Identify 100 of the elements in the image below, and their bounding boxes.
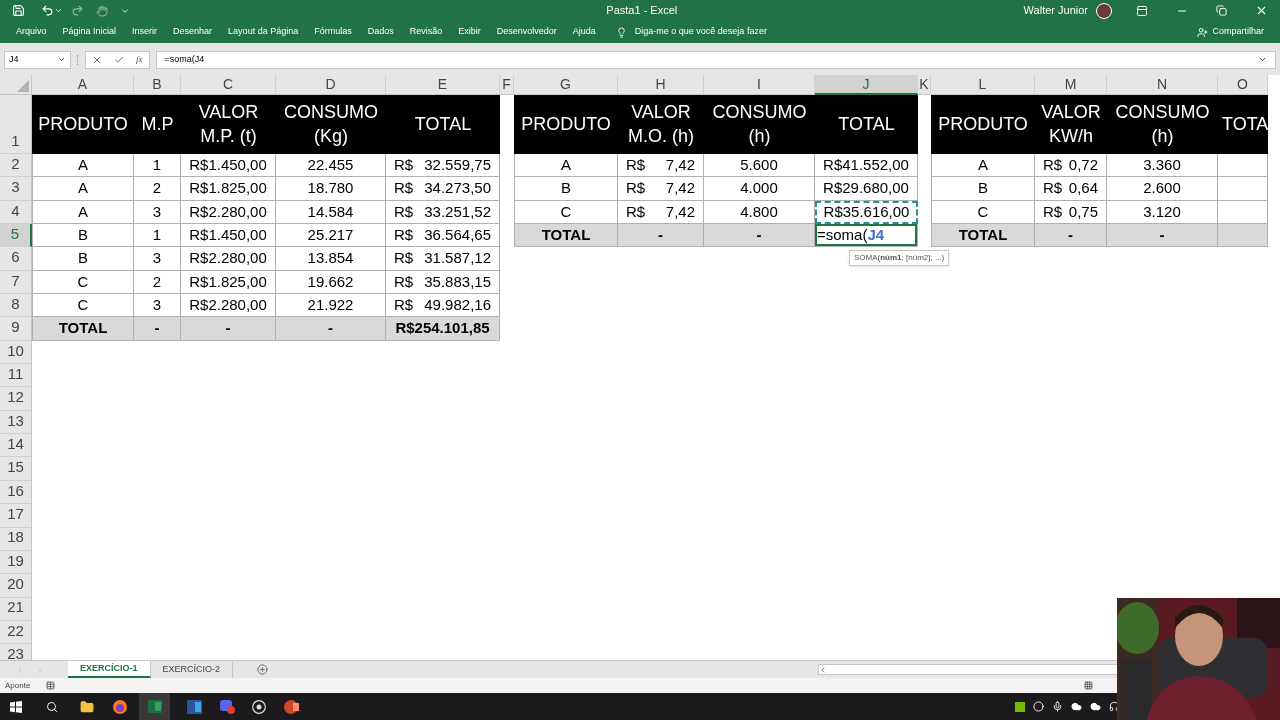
row-header[interactable]: 11 — [0, 364, 32, 388]
table-cell: R$ 36.564,65 — [386, 224, 500, 248]
row-header[interactable]: 3 — [0, 177, 32, 201]
table-cell: 3.360 — [1107, 154, 1218, 178]
row-header[interactable]: 1 — [0, 95, 32, 154]
restore-icon[interactable] — [1216, 5, 1227, 16]
table-cell: 3 — [134, 247, 181, 271]
ribbon-tab[interactable]: Arquivo — [8, 25, 55, 39]
folder-icon[interactable] — [80, 699, 94, 714]
insert-function-button[interactable]: fx — [136, 52, 143, 67]
avatar[interactable] — [1096, 2, 1112, 19]
ribbon-tab[interactable]: Exibir — [450, 25, 489, 39]
function-tooltip: SOMA(núm1; [núm2]; ...) — [849, 250, 950, 267]
row-header[interactable]: 7 — [0, 270, 32, 295]
lightbulb-icon[interactable] — [615, 26, 627, 38]
column-heading: M.P — [134, 95, 181, 154]
column-header[interactable]: B — [134, 75, 181, 95]
row-header[interactable]: 2 — [0, 154, 32, 178]
row-header[interactable]: 22 — [0, 620, 32, 645]
formula-field[interactable]: =soma(J4 — [155, 50, 1276, 69]
chat-app-icon[interactable] — [220, 699, 235, 714]
row-header[interactable]: 16 — [0, 480, 32, 505]
row-header[interactable]: 15 — [0, 457, 32, 481]
ribbon-tab[interactable]: Desenvolvedor — [488, 25, 565, 39]
column-header[interactable]: C — [181, 75, 276, 95]
row-header[interactable]: 17 — [0, 504, 32, 528]
share-button[interactable]: Compartilhar — [1197, 25, 1264, 39]
table-cell: A — [32, 200, 134, 225]
cell-editor[interactable]: =soma(J4 — [815, 224, 917, 247]
row-header[interactable]: 8 — [0, 294, 32, 318]
column-header[interactable]: M — [1035, 75, 1107, 95]
row-header[interactable]: 9 — [0, 317, 32, 341]
ribbon-tab[interactable]: Página Inicial — [54, 25, 125, 39]
search-icon[interactable] — [46, 700, 58, 713]
windows-logo-icon[interactable] — [10, 700, 22, 713]
ribbon-tab[interactable]: Inserir — [124, 25, 166, 39]
close-icon[interactable] — [1255, 4, 1268, 17]
row-header[interactable]: 13 — [0, 410, 32, 435]
headphones-icon[interactable] — [1109, 701, 1120, 712]
spreadsheet-app-icon[interactable] — [147, 700, 162, 713]
row-header[interactable]: 18 — [0, 527, 32, 551]
row-header[interactable]: 12 — [0, 387, 32, 411]
column-header[interactable]: F — [500, 75, 514, 95]
column-heading: PRODUTO — [514, 95, 618, 154]
table-cell: A — [514, 154, 618, 178]
expand-icon[interactable] — [1258, 55, 1267, 64]
ribbon-tab[interactable]: Ajuda — [564, 25, 604, 39]
sheet-tab[interactable]: EXERCÍCIO-1 — [68, 661, 151, 678]
ribbon-tab[interactable]: Layout da Página — [220, 25, 307, 39]
caret-icon[interactable] — [57, 55, 66, 64]
column-header[interactable]: O — [1218, 75, 1268, 95]
table-cell: R$ 33.251,52 — [386, 200, 500, 225]
column-header[interactable]: N — [1107, 75, 1218, 95]
normal-view-icon[interactable] — [1084, 681, 1093, 690]
name-box[interactable]: J4 — [4, 50, 71, 69]
ribbon-tab[interactable]: Fórmulas — [306, 25, 360, 39]
document-app-icon[interactable] — [187, 699, 202, 714]
user-name[interactable]: Walter Junior — [1023, 2, 1088, 19]
column-header[interactable]: L — [931, 75, 1035, 95]
row-header[interactable]: 19 — [0, 550, 32, 575]
ribbon-tab[interactable]: Dados — [359, 25, 402, 39]
row-header[interactable]: 21 — [0, 597, 32, 621]
tell-me-search[interactable]: Diga-me o que você deseja fazer — [634, 25, 767, 39]
ribbon-tab[interactable]: Desenhar — [165, 25, 221, 39]
cloud-icon[interactable] — [1090, 701, 1101, 712]
table-cell: 4.000 — [704, 177, 815, 201]
column-header[interactable]: A — [32, 75, 134, 95]
row-header[interactable]: 14 — [0, 434, 32, 458]
table-cell: R$ 35.883,15 — [386, 270, 500, 295]
column-header[interactable]: I — [704, 75, 815, 95]
column-header[interactable]: J — [815, 75, 918, 95]
microphone-icon[interactable] — [1052, 701, 1063, 712]
record-app-icon[interactable] — [252, 699, 266, 714]
save-icon[interactable] — [12, 4, 25, 17]
table-cell: 4.800 — [704, 200, 815, 225]
caret-icon[interactable] — [54, 6, 63, 15]
column-header[interactable]: H — [618, 75, 704, 95]
browser-icon[interactable] — [113, 699, 127, 714]
column-header[interactable]: G — [514, 75, 618, 95]
row-header[interactable]: 6 — [0, 247, 32, 271]
presentation-app-icon[interactable] — [284, 699, 299, 714]
undo-icon[interactable] — [41, 4, 54, 17]
table-cell: - — [134, 317, 181, 341]
ribbon-tab[interactable]: Revisão — [401, 25, 451, 39]
graphics-tray-icon[interactable] — [1015, 701, 1025, 712]
column-heading: TOTAL — [386, 95, 500, 154]
column-header[interactable]: K — [918, 75, 931, 95]
column-header[interactable]: D — [276, 75, 386, 95]
row-header[interactable]: 4 — [0, 200, 32, 225]
ribbon-display-icon[interactable] — [1136, 4, 1148, 17]
row-header[interactable]: 20 — [0, 574, 32, 598]
add-sheet-icon[interactable] — [257, 664, 269, 675]
table-cell: R$ 7,42 — [618, 177, 704, 201]
row-header[interactable]: 23 — [0, 644, 32, 660]
row-header[interactable]: 10 — [0, 340, 32, 365]
cancel-icon[interactable] — [92, 54, 102, 65]
column-header[interactable]: E — [386, 75, 500, 95]
enter-icon[interactable] — [114, 54, 124, 65]
cloud-icon[interactable] — [1071, 701, 1082, 712]
row-header[interactable]: 5 — [0, 224, 32, 248]
